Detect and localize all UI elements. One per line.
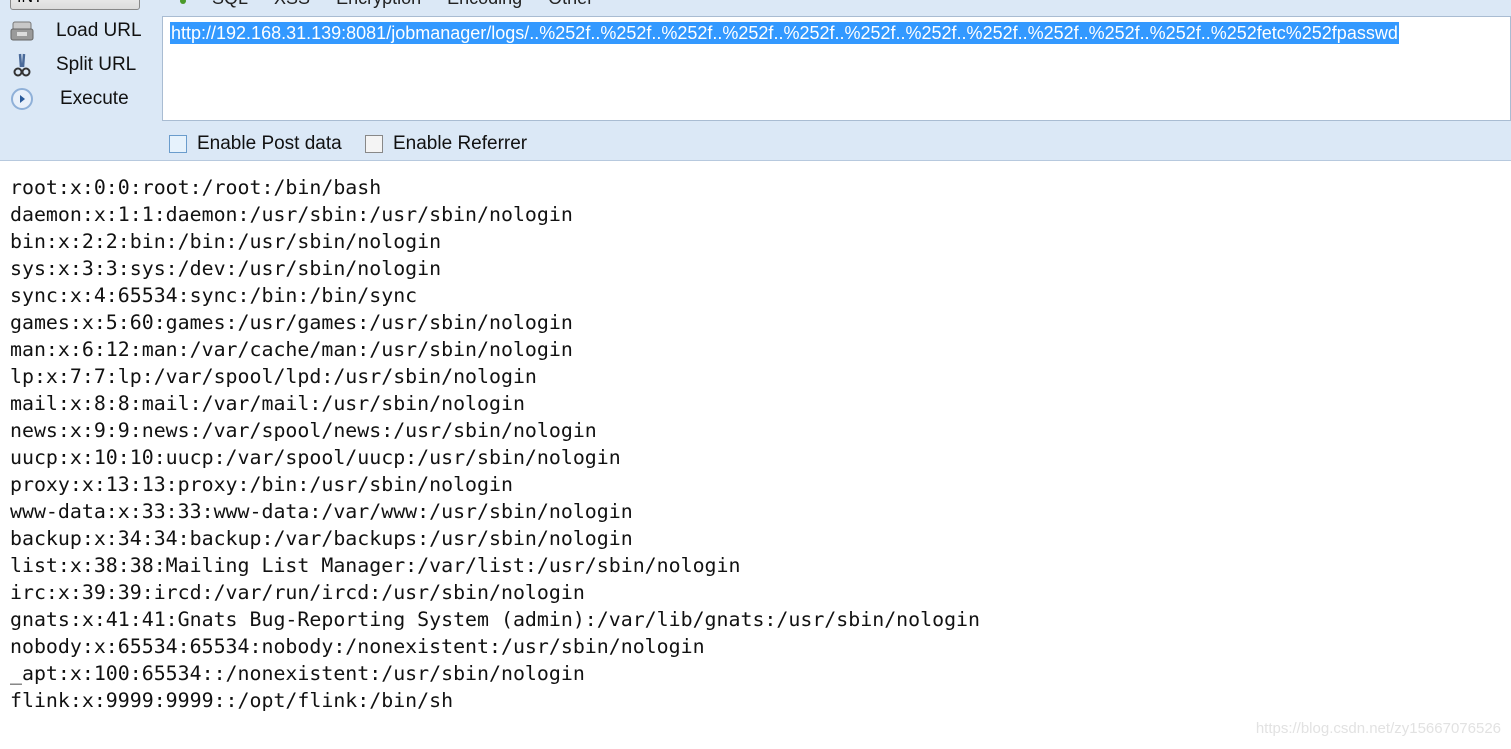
load-url-button[interactable]: Load URL [8, 19, 142, 43]
menu-encryption[interactable]: Encryption [336, 0, 421, 9]
menu-encoding[interactable]: Encoding [447, 0, 522, 9]
output-line: lp:x:7:7:lp:/var/spool/lpd:/usr/sbin/nol… [10, 365, 537, 388]
output-line: root:x:0:0:root:/root:/bin/bash [10, 176, 382, 199]
output-line: proxy:x:13:13:proxy:/bin:/usr/sbin/nolog… [10, 473, 513, 496]
hackbar-toolbar: INT SQL XSS Encryption Encoding Other Lo… [0, 0, 1511, 161]
play-icon [8, 87, 36, 111]
int-dropdown[interactable]: INT [10, 0, 140, 10]
url-text: http://192.168.31.139:8081/jobmanager/lo… [170, 22, 1399, 44]
output-line: sync:x:4:65534:sync:/bin:/bin/sync [10, 284, 418, 307]
execute-button[interactable]: Execute [8, 87, 129, 111]
output-line: uucp:x:10:10:uucp:/var/spool/uucp:/usr/s… [10, 446, 621, 469]
output-line: nobody:x:65534:65534:nobody:/nonexistent… [10, 635, 705, 658]
output-line: daemon:x:1:1:daemon:/usr/sbin:/usr/sbin/… [10, 203, 573, 226]
output-line: bin:x:2:2:bin:/bin:/usr/sbin/nologin [10, 230, 442, 253]
hackbar-menu: SQL XSS Encryption Encoding Other [180, 0, 593, 9]
output-line: backup:x:34:34:backup:/var/backups:/usr/… [10, 527, 633, 550]
enable-post-data-checkbox[interactable]: Enable Post data [169, 133, 342, 155]
output-line: www-data:x:33:33:www-data:/var/www:/usr/… [10, 500, 633, 523]
menu-sql[interactable]: SQL [212, 0, 248, 9]
checkbox-icon[interactable] [169, 135, 187, 153]
output-line: news:x:9:9:news:/var/spool/news:/usr/sbi… [10, 419, 597, 442]
menu-xss[interactable]: XSS [274, 0, 310, 9]
output-line: man:x:6:12:man:/var/cache/man:/usr/sbin/… [10, 338, 573, 361]
url-input[interactable]: http://192.168.31.139:8081/jobmanager/lo… [162, 16, 1511, 121]
output-line: list:x:38:38:Mailing List Manager:/var/l… [10, 554, 741, 577]
output-line: _apt:x:100:65534::/nonexistent:/usr/sbin… [10, 662, 585, 685]
output-line: mail:x:8:8:mail:/var/mail:/usr/sbin/nolo… [10, 392, 525, 415]
split-url-button[interactable]: Split URL [8, 53, 136, 77]
status-dot-icon [180, 0, 186, 4]
output-line: sys:x:3:3:sys:/dev:/usr/sbin/nologin [10, 257, 442, 280]
checkbox-icon[interactable] [365, 135, 383, 153]
scissors-icon [8, 53, 36, 77]
output-line: flink:x:9999:9999::/opt/flink:/bin/sh [10, 689, 454, 712]
watermark: https://blog.csdn.net/zy15667076526 [1255, 720, 1501, 737]
load-url-icon [8, 19, 36, 43]
output-line: irc:x:39:39:ircd:/var/run/ircd:/usr/sbin… [10, 581, 585, 604]
menu-other[interactable]: Other [548, 0, 593, 9]
response-body: root:x:0:0:root:/root:/bin/bash daemon:x:… [10, 174, 980, 714]
output-line: gnats:x:41:41:Gnats Bug-Reporting System… [10, 608, 980, 631]
output-line: games:x:5:60:games:/usr/games:/usr/sbin/… [10, 311, 573, 334]
enable-referrer-checkbox[interactable]: Enable Referrer [365, 133, 527, 155]
